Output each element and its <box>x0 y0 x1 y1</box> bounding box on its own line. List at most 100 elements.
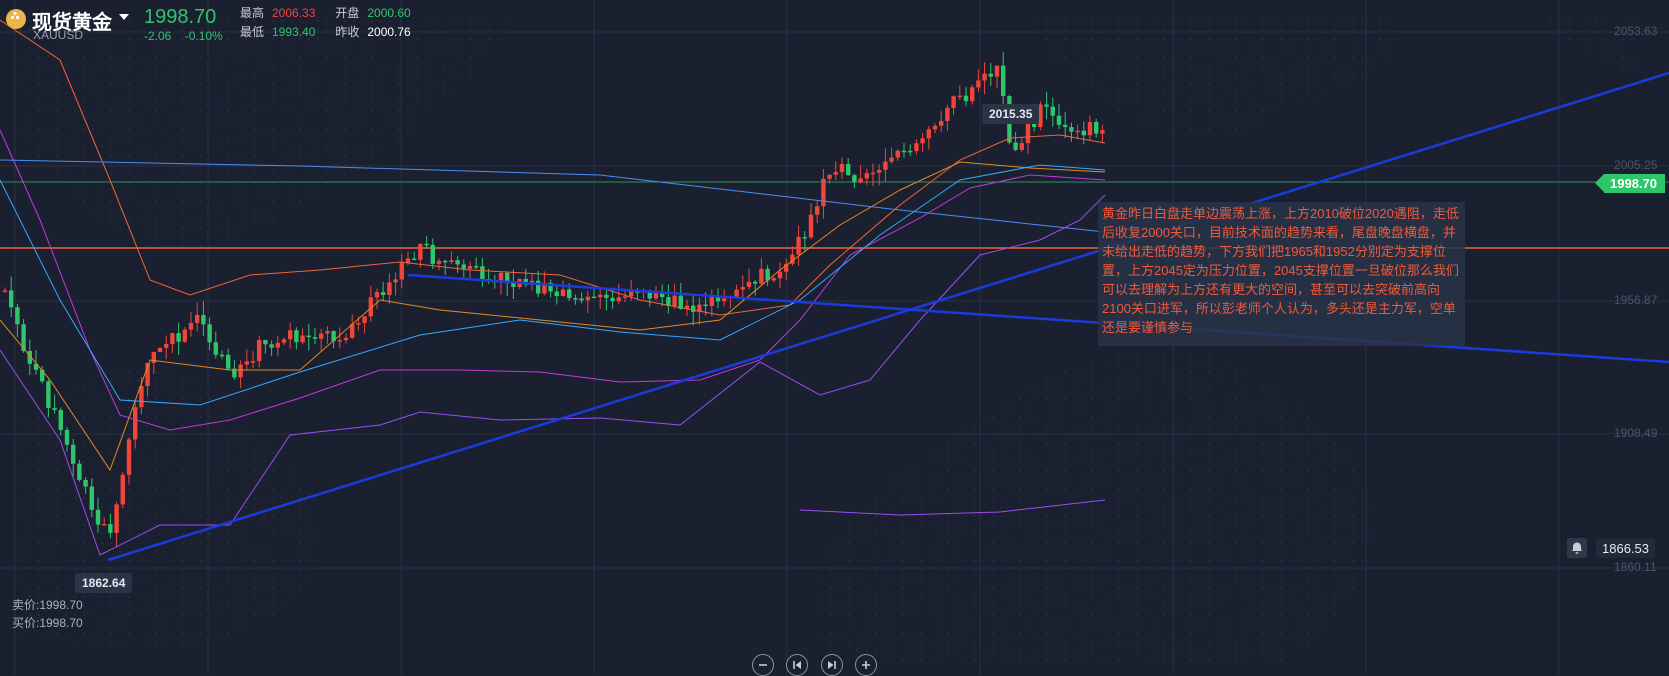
candle-body <box>734 289 739 297</box>
candle-body <box>46 381 51 409</box>
candle-body <box>449 260 454 263</box>
candle-body <box>858 178 863 183</box>
candle-body <box>319 333 324 339</box>
candle-body <box>356 323 361 325</box>
candle-body <box>622 296 628 298</box>
candle-body <box>945 107 950 121</box>
low-value: 1993.40 <box>272 25 316 39</box>
candle-body <box>870 172 876 175</box>
candle-body <box>306 335 311 338</box>
candle-body <box>833 172 838 175</box>
candle-body <box>1050 106 1055 116</box>
instrument-symbol: XAUUSD <box>33 28 84 42</box>
candle-body <box>777 271 783 279</box>
candle-body <box>629 291 634 297</box>
long-ma <box>0 159 1106 233</box>
candle-body <box>374 292 380 298</box>
candle-body <box>102 523 107 526</box>
candle-body <box>722 298 727 302</box>
candle-body <box>573 298 578 300</box>
candle-body <box>771 278 776 281</box>
candle-body <box>288 330 293 340</box>
candle-body <box>759 268 764 284</box>
candle-body <box>58 409 63 430</box>
candle-body <box>164 344 169 348</box>
candle-body <box>691 305 696 312</box>
prev-close-label: 昨收 <box>335 25 360 39</box>
candle-body <box>585 296 590 301</box>
candle-body <box>988 73 993 77</box>
prev-close-value: 2000.76 <box>367 25 411 39</box>
candle-body <box>461 264 466 269</box>
candle-body <box>436 260 442 264</box>
gold-logo-icon <box>6 9 26 29</box>
candle-body <box>901 150 907 153</box>
candle-body <box>71 444 76 464</box>
candle-body <box>908 150 913 153</box>
candle-body <box>598 294 603 298</box>
low-marker: 1862.64 <box>75 573 133 593</box>
candle-body <box>957 95 962 98</box>
axis-label: 1956.87 <box>1614 293 1658 307</box>
candle-body <box>883 161 888 170</box>
axis-label: 2053.63 <box>1614 24 1658 38</box>
candle-body <box>257 340 262 362</box>
candle-body <box>418 243 423 260</box>
candle-body <box>709 296 714 307</box>
lower-band <box>0 194 1106 556</box>
candle-body <box>387 282 392 296</box>
candle-body <box>381 292 386 296</box>
candle-body <box>939 120 944 126</box>
candle-body <box>746 281 752 288</box>
descending-trendline <box>407 273 1669 364</box>
dropdown-caret-icon[interactable] <box>119 14 129 20</box>
candle-body <box>914 143 919 152</box>
zoom-in-button[interactable] <box>855 654 877 676</box>
candle-body <box>591 296 597 299</box>
candle-body <box>889 157 894 162</box>
candle-body <box>325 331 330 334</box>
scroll-start-button[interactable] <box>786 654 808 676</box>
candle-body <box>337 340 342 342</box>
candle-body <box>151 352 156 363</box>
open-value: 2000.60 <box>367 6 411 20</box>
bell-icon[interactable] <box>1567 538 1587 558</box>
candle-body <box>926 129 931 139</box>
candle-body <box>393 279 398 283</box>
scroll-end-button[interactable] <box>821 654 843 676</box>
zoom-out-button[interactable] <box>752 654 774 676</box>
candle-body <box>157 347 163 353</box>
candle-body <box>1063 124 1068 128</box>
candle-body <box>40 369 45 382</box>
candle-body <box>120 474 125 505</box>
candle-body <box>207 324 212 343</box>
high-label: 最高 <box>240 6 265 20</box>
candle-body <box>970 87 975 102</box>
high-value: 2006.33 <box>272 6 316 20</box>
candle-body <box>1044 104 1049 107</box>
analysis-annotation[interactable]: 黄金昨日白盘走单边震荡上涨，上方2010破位2020遇阻，走低后收复2000关口… <box>1098 202 1465 346</box>
candle-body <box>480 266 485 279</box>
current-price: 1998.70 <box>144 6 217 28</box>
candle-body <box>312 337 318 339</box>
candle-body <box>412 258 417 260</box>
open-label: 开盘 <box>335 6 360 20</box>
candle-body <box>808 214 814 238</box>
plus-icon <box>862 661 870 669</box>
candle-body <box>672 295 677 307</box>
candle-body <box>1025 121 1031 144</box>
candle-body <box>219 354 225 357</box>
candle-body <box>498 272 504 281</box>
candle-body <box>182 329 187 342</box>
candle-body <box>852 175 857 183</box>
candle-body <box>300 335 305 343</box>
short-ma <box>0 161 1106 472</box>
candle-body <box>405 258 411 263</box>
candle-body <box>753 281 758 284</box>
candle-body <box>238 364 243 378</box>
candle-body <box>877 169 882 173</box>
candle-body <box>1001 65 1006 97</box>
candle-body <box>951 96 956 108</box>
candle-body <box>920 138 925 144</box>
bid-price: 卖价:1998.70 <box>12 598 83 612</box>
